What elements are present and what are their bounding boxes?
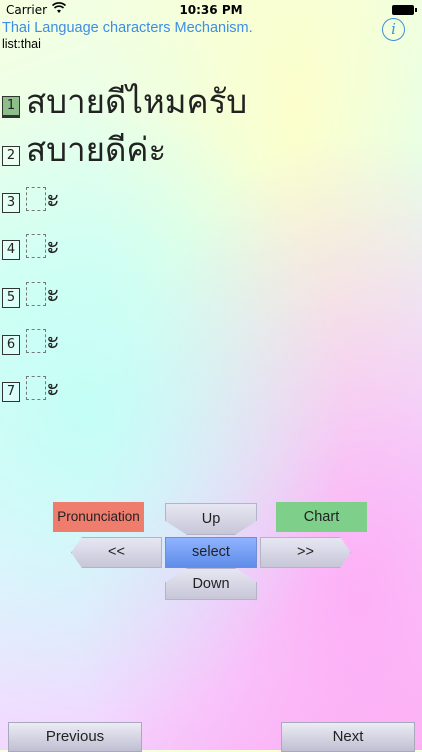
previous-button[interactable]: Previous: [8, 722, 142, 752]
up-button[interactable]: Up: [165, 503, 257, 535]
row-number: 5: [2, 288, 20, 308]
chart-button[interactable]: Chart: [276, 502, 367, 532]
placeholder-box: [26, 376, 46, 400]
row-text: ะ: [46, 184, 60, 214]
placeholder-box: [26, 234, 46, 258]
row-number: 1: [2, 96, 20, 118]
row-number: 4: [2, 240, 20, 260]
row-text: ะ: [46, 326, 60, 356]
row-text: สบายดีไหมครับ: [26, 82, 248, 121]
clock: 10:36 PM: [179, 3, 243, 17]
placeholder-box: [26, 329, 46, 353]
placeholder-box: [26, 282, 46, 306]
left-button[interactable]: <<: [71, 537, 162, 568]
pronunciation-button[interactable]: Pronunciation: [53, 502, 144, 532]
page-title: Thai Language characters Mechanism.: [2, 20, 253, 36]
battery-icon: [392, 5, 417, 15]
info-button[interactable]: i: [382, 18, 405, 41]
row-number: 2: [2, 146, 20, 166]
placeholder-box: [26, 187, 46, 211]
row-text: ะ: [46, 231, 60, 261]
status-bar: Carrier 10:36 PM: [0, 0, 422, 20]
row-text: สบายดีค่ะ: [26, 130, 167, 169]
row-text: ะ: [46, 279, 60, 309]
right-button[interactable]: >>: [260, 537, 351, 568]
next-button[interactable]: Next: [281, 722, 415, 752]
down-button[interactable]: Down: [165, 568, 257, 600]
row-number: 3: [2, 193, 20, 213]
row-text: ะ: [46, 373, 60, 403]
row-number: 6: [2, 335, 20, 355]
list-label: list:thai: [2, 37, 41, 51]
row-number: 7: [2, 382, 20, 402]
select-button[interactable]: select: [165, 537, 257, 568]
